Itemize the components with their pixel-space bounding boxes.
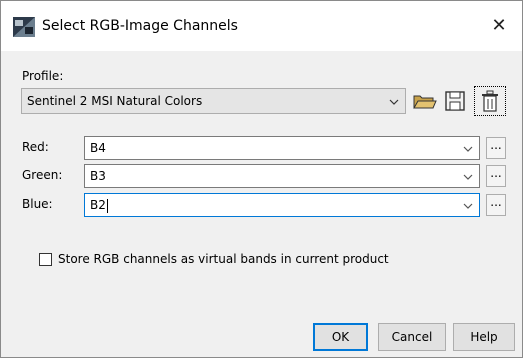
red-channel-dropdown[interactable]: B4	[84, 136, 480, 160]
chevron-down-icon	[463, 174, 473, 180]
green-channel-value: B3	[90, 169, 106, 183]
store-virtual-bands-label[interactable]: Store RGB channels as virtual bands in c…	[58, 252, 389, 266]
ok-button[interactable]: OK	[313, 323, 368, 351]
red-channel-value: B4	[90, 141, 106, 155]
profile-label: Profile:	[22, 69, 64, 83]
title-bar: Select RGB-Image Channels ✕	[1, 1, 522, 51]
green-label: Green:	[22, 168, 63, 182]
dialog-title: Select RGB-Image Channels	[42, 18, 238, 34]
profile-dropdown[interactable]: Sentinel 2 MSI Natural Colors	[21, 88, 406, 114]
text-caret	[106, 198, 108, 213]
close-button[interactable]: ✕	[484, 13, 514, 39]
blue-channel-dropdown[interactable]: B2	[84, 193, 480, 217]
store-virtual-bands-checkbox[interactable]	[39, 253, 52, 266]
chevron-down-icon	[389, 99, 399, 105]
blue-expression-button[interactable]: ...	[486, 194, 506, 216]
red-expression-button[interactable]: ...	[486, 137, 506, 159]
open-folder-icon[interactable]	[411, 89, 437, 113]
delete-trash-icon	[482, 90, 498, 112]
green-channel-dropdown[interactable]: B3	[84, 164, 480, 188]
chevron-down-icon	[463, 146, 473, 152]
save-disk-icon[interactable]	[442, 89, 468, 113]
delete-button-focus[interactable]	[474, 86, 506, 116]
cancel-button[interactable]: Cancel	[378, 323, 446, 351]
blue-channel-value: B2	[90, 198, 108, 213]
chevron-down-icon	[463, 203, 473, 209]
blue-label: Blue:	[22, 197, 53, 211]
green-expression-button[interactable]: ...	[486, 165, 506, 187]
select-rgb-dialog: Select RGB-Image Channels ✕ Profile: Sen…	[0, 0, 523, 358]
help-button[interactable]: Help	[453, 323, 515, 351]
red-label: Red:	[22, 140, 49, 154]
profile-selected-value: Sentinel 2 MSI Natural Colors	[27, 94, 203, 108]
app-icon	[13, 17, 35, 37]
